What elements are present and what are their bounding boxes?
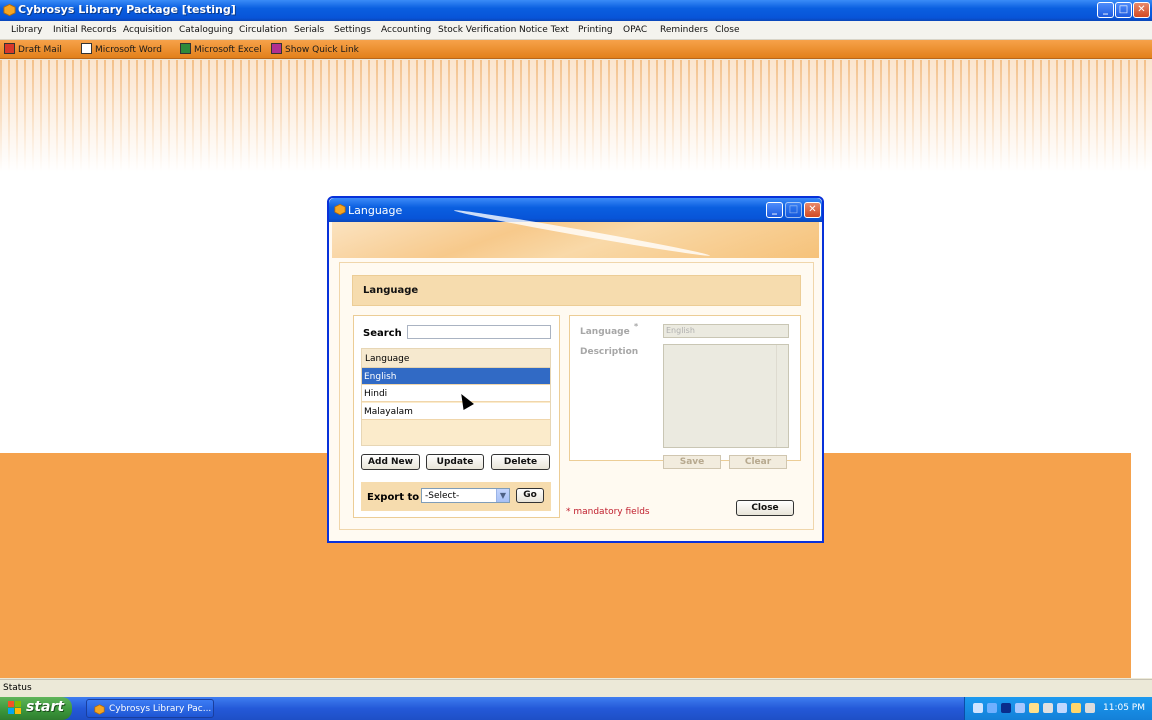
- quick-draft-mail-label: Draft Mail: [18, 45, 62, 55]
- description-scrollbar[interactable]: [776, 345, 788, 447]
- background-edge: [1131, 453, 1152, 678]
- quick-toolbar: Draft Mail Microsoft Word Microsoft Exce…: [0, 40, 1152, 59]
- taskbar: start Cybrosys Library Pac... 11:05 PM: [0, 697, 1152, 720]
- menu-notice-text[interactable]: Notice Text: [519, 25, 569, 35]
- dialog-close-button[interactable]: ✕: [804, 202, 821, 218]
- menu-acquisition[interactable]: Acquisition: [123, 25, 172, 35]
- dialog-banner: [332, 222, 819, 258]
- dialog-maximize-button[interactable]: □: [785, 202, 802, 218]
- quick-link-label: Show Quick Link: [285, 45, 359, 55]
- status-bar: Status: [0, 679, 1152, 696]
- status-text: Status: [3, 683, 32, 693]
- menu-close[interactable]: Close: [715, 25, 740, 35]
- menu-settings[interactable]: Settings: [334, 25, 371, 35]
- menu-stock-verification[interactable]: Stock Verification: [438, 25, 516, 35]
- grid-row-label: English: [364, 372, 397, 382]
- language-dialog: Language _ □ ✕ Language Search Language …: [327, 196, 824, 543]
- quick-word-label: Microsoft Word: [95, 45, 162, 55]
- menu-circulation[interactable]: Circulation: [239, 25, 287, 35]
- grid-row-label: Malayalam: [364, 407, 413, 417]
- menu-bar: Library Initial Records Acquisition Cata…: [0, 21, 1152, 40]
- export-label: Export to: [367, 492, 420, 503]
- taskbar-app-item[interactable]: Cybrosys Library Pac...: [86, 699, 214, 718]
- language-field-label: Language: [580, 327, 630, 337]
- delete-button[interactable]: Delete: [491, 454, 550, 470]
- language-field[interactable]: English: [663, 324, 789, 338]
- grid-row-label: Hindi: [364, 389, 388, 399]
- dialog-title-bar: Language _ □ ✕: [329, 198, 822, 222]
- app-logo-icon: [3, 3, 16, 17]
- grid-row[interactable]: English: [362, 368, 550, 385]
- background-stripes: [0, 60, 1152, 172]
- menu-library[interactable]: Library: [11, 25, 42, 35]
- description-field-label: Description: [580, 347, 639, 357]
- clear-button[interactable]: Clear: [729, 455, 787, 469]
- search-label: Search: [363, 328, 402, 339]
- security-icon[interactable]: [1029, 703, 1039, 713]
- volume-icon[interactable]: [1085, 703, 1095, 713]
- section-header: Language: [352, 275, 801, 306]
- update-button[interactable]: Update: [426, 454, 484, 470]
- update-icon[interactable]: [1057, 703, 1067, 713]
- section-header-title: Language: [363, 285, 419, 296]
- display-icon[interactable]: [1001, 703, 1011, 713]
- app-title: Cybrosys Library Package [testing]: [18, 3, 236, 16]
- mandatory-note: * mandatory fields: [566, 507, 650, 517]
- quick-microsoft-word[interactable]: Microsoft Word: [81, 43, 162, 55]
- start-label: start: [26, 699, 65, 715]
- maximize-button[interactable]: □: [1115, 2, 1132, 18]
- menu-printing[interactable]: Printing: [578, 25, 613, 35]
- dialog-close-text-button[interactable]: Close: [736, 500, 794, 516]
- windows-flag-icon: [8, 701, 21, 714]
- export-select-value: -Select-: [425, 491, 460, 501]
- grid-column-language: Language: [365, 354, 410, 364]
- dialog-title: Language: [348, 204, 403, 217]
- description-field[interactable]: [663, 344, 789, 448]
- save-button[interactable]: Save: [663, 455, 721, 469]
- word-icon: [81, 43, 92, 54]
- connection-icon[interactable]: [1043, 703, 1053, 713]
- menu-reminders[interactable]: Reminders: [660, 25, 708, 35]
- link-icon: [271, 43, 282, 54]
- menu-cataloguing[interactable]: Cataloguing: [179, 25, 233, 35]
- dialog-minimize-button[interactable]: _: [766, 202, 783, 218]
- dialog-content-frame: Language Search Language English Hindi M…: [339, 262, 814, 530]
- dialog-logo-icon: [334, 203, 346, 216]
- quick-microsoft-excel[interactable]: Microsoft Excel: [180, 43, 262, 55]
- monitor-icon[interactable]: [1015, 703, 1025, 713]
- usb-icon[interactable]: [1071, 703, 1081, 713]
- quick-show-quick-link[interactable]: Show Quick Link: [271, 43, 359, 55]
- close-window-button[interactable]: ✕: [1133, 2, 1150, 18]
- export-bar: Export to -Select- ▼ Go: [361, 482, 551, 511]
- language-form-panel: Language * English Description Save Clea…: [569, 315, 801, 469]
- menu-opac[interactable]: OPAC: [623, 25, 647, 35]
- grid-row[interactable]: Malayalam: [362, 403, 550, 420]
- excel-icon: [180, 43, 191, 54]
- language-list-panel: Search Language English Hindi Malayalam …: [353, 315, 560, 518]
- export-select[interactable]: -Select- ▼: [421, 488, 510, 503]
- network-icon[interactable]: [987, 703, 997, 713]
- pen-icon[interactable]: [973, 703, 983, 713]
- grid-row[interactable]: Hindi: [362, 385, 550, 402]
- menu-accounting[interactable]: Accounting: [381, 25, 431, 35]
- clock[interactable]: 11:05 PM: [1103, 703, 1145, 713]
- minimize-button[interactable]: _: [1097, 2, 1114, 18]
- menu-serials[interactable]: Serials: [294, 25, 324, 35]
- chevron-down-icon[interactable]: ▼: [496, 489, 509, 502]
- menu-initial-records[interactable]: Initial Records: [53, 25, 117, 35]
- add-new-button[interactable]: Add New: [361, 454, 420, 470]
- grid-header[interactable]: Language: [362, 349, 550, 368]
- mail-icon: [4, 43, 15, 54]
- app-logo-icon: [94, 704, 105, 715]
- start-button[interactable]: start: [0, 697, 72, 720]
- app-title-bar: Cybrosys Library Package [testing] _ □ ✕: [0, 0, 1152, 21]
- system-tray: 11:05 PM: [964, 697, 1152, 720]
- quick-excel-label: Microsoft Excel: [194, 45, 262, 55]
- search-input[interactable]: [407, 325, 551, 339]
- required-mark: *: [634, 322, 639, 331]
- go-button[interactable]: Go: [516, 488, 544, 503]
- taskbar-app-label: Cybrosys Library Pac...: [109, 704, 212, 714]
- quick-draft-mail[interactable]: Draft Mail: [4, 43, 62, 55]
